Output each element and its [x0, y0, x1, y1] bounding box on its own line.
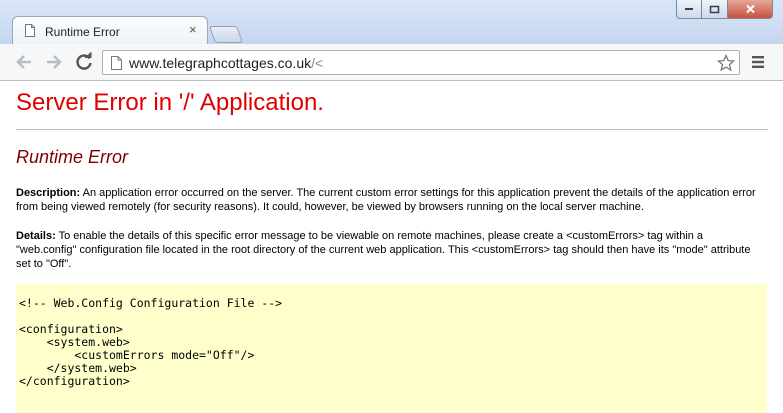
- maximize-button[interactable]: [702, 0, 728, 19]
- page-icon: [111, 56, 122, 70]
- details-text: To enable the details of this specific e…: [16, 230, 751, 270]
- code-block: <!-- Web.Config Configuration File --> <c…: [16, 284, 767, 413]
- document-icon: [25, 24, 35, 37]
- page-title: Server Error in '/' Application.: [16, 89, 324, 116]
- details-paragraph: Details: To enable the details of this s…: [16, 229, 766, 271]
- browser-window: Runtime Error × www.telegraphcottages.co…: [0, 0, 783, 413]
- star-icon[interactable]: [717, 54, 735, 72]
- forward-arrow-icon[interactable]: [44, 52, 64, 72]
- description-paragraph: Description: An application error occurr…: [16, 186, 766, 214]
- close-window-button[interactable]: [728, 0, 773, 19]
- close-icon: [745, 4, 755, 14]
- description-label: Description:: [16, 187, 81, 199]
- browser-toolbar: www.telegraphcottages.co.uk/<: [0, 44, 783, 81]
- code-line: </configuration>: [19, 374, 130, 388]
- code-line: <!-- Web.Config Configuration File -->: [19, 296, 283, 310]
- error-subheading: Runtime Error: [16, 147, 129, 167]
- divider: [16, 129, 768, 130]
- window-controls: [676, 0, 776, 19]
- reload-icon[interactable]: [74, 52, 94, 72]
- minimize-icon: [685, 8, 693, 10]
- minimize-button[interactable]: [676, 0, 702, 19]
- tab-title: Runtime Error: [45, 25, 120, 39]
- code-listing: <!-- Web.Config Configuration File --> <c…: [19, 297, 764, 388]
- title-bar: Runtime Error ×: [0, 0, 783, 45]
- url-text[interactable]: www.telegraphcottages.co.uk/<: [129, 55, 323, 71]
- url-host: www.telegraphcottages.co.uk: [129, 55, 312, 71]
- tab-runtime-error[interactable]: Runtime Error ×: [12, 16, 208, 45]
- address-bar[interactable]: www.telegraphcottages.co.uk/<: [102, 50, 740, 75]
- menu-icon[interactable]: [750, 55, 766, 69]
- back-arrow-icon[interactable]: [14, 52, 34, 72]
- new-tab-button[interactable]: [208, 26, 244, 43]
- description-text: An application error occurred on the ser…: [16, 187, 756, 213]
- details-label: Details:: [16, 230, 56, 242]
- url-path: /<: [311, 55, 324, 71]
- page-content: Server Error in '/' Application. Runtime…: [0, 81, 783, 413]
- code-line: <configuration>: [19, 322, 123, 336]
- maximize-icon: [709, 5, 720, 13]
- tab-close-icon[interactable]: ×: [189, 23, 197, 37]
- code-line: </system.web>: [19, 361, 137, 375]
